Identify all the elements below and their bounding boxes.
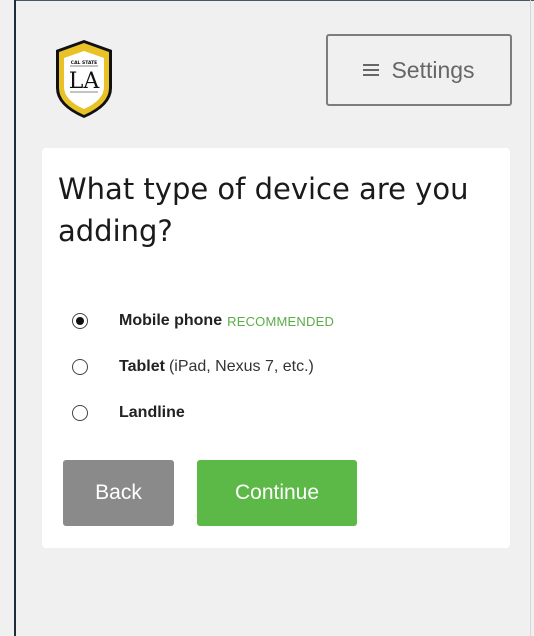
app-frame: CAL STATE LA Settings What type of devic… xyxy=(0,0,534,636)
option-mobile-phone[interactable]: Mobile phone RECOMMENDED xyxy=(72,298,492,344)
back-button[interactable]: Back xyxy=(63,460,174,526)
option-label: Landline xyxy=(119,404,185,421)
device-type-card: What type of device are you adding? Mobi… xyxy=(42,148,510,548)
radio-mobile-phone[interactable] xyxy=(72,313,88,329)
window-left-border xyxy=(14,0,16,636)
recommended-tag: RECOMMENDED xyxy=(227,313,335,329)
window-right-border xyxy=(530,0,531,636)
logo-monogram: LA xyxy=(69,69,101,94)
hamburger-icon xyxy=(363,64,380,76)
radio-tablet[interactable] xyxy=(72,359,88,375)
option-detail: (iPad, Nexus 7, etc.) xyxy=(168,358,314,375)
device-type-question: What type of device are you adding? xyxy=(58,172,469,248)
device-options: Mobile phone RECOMMENDED Tablet (iPad, N… xyxy=(72,298,492,436)
continue-button[interactable]: Continue xyxy=(197,460,357,526)
logo-top-text: CAL STATE xyxy=(71,60,97,66)
option-label: Mobile phone xyxy=(119,312,223,329)
radio-landline[interactable] xyxy=(72,405,88,421)
settings-label: Settings xyxy=(391,56,475,83)
settings-button[interactable]: Settings xyxy=(326,34,512,106)
option-landline[interactable]: Landline xyxy=(72,390,492,436)
window-top-border xyxy=(14,0,534,1)
option-label: Tablet xyxy=(119,358,165,375)
cal-state-la-logo: CAL STATE LA xyxy=(56,40,112,118)
option-tablet[interactable]: Tablet (iPad, Nexus 7, etc.) xyxy=(72,344,492,390)
